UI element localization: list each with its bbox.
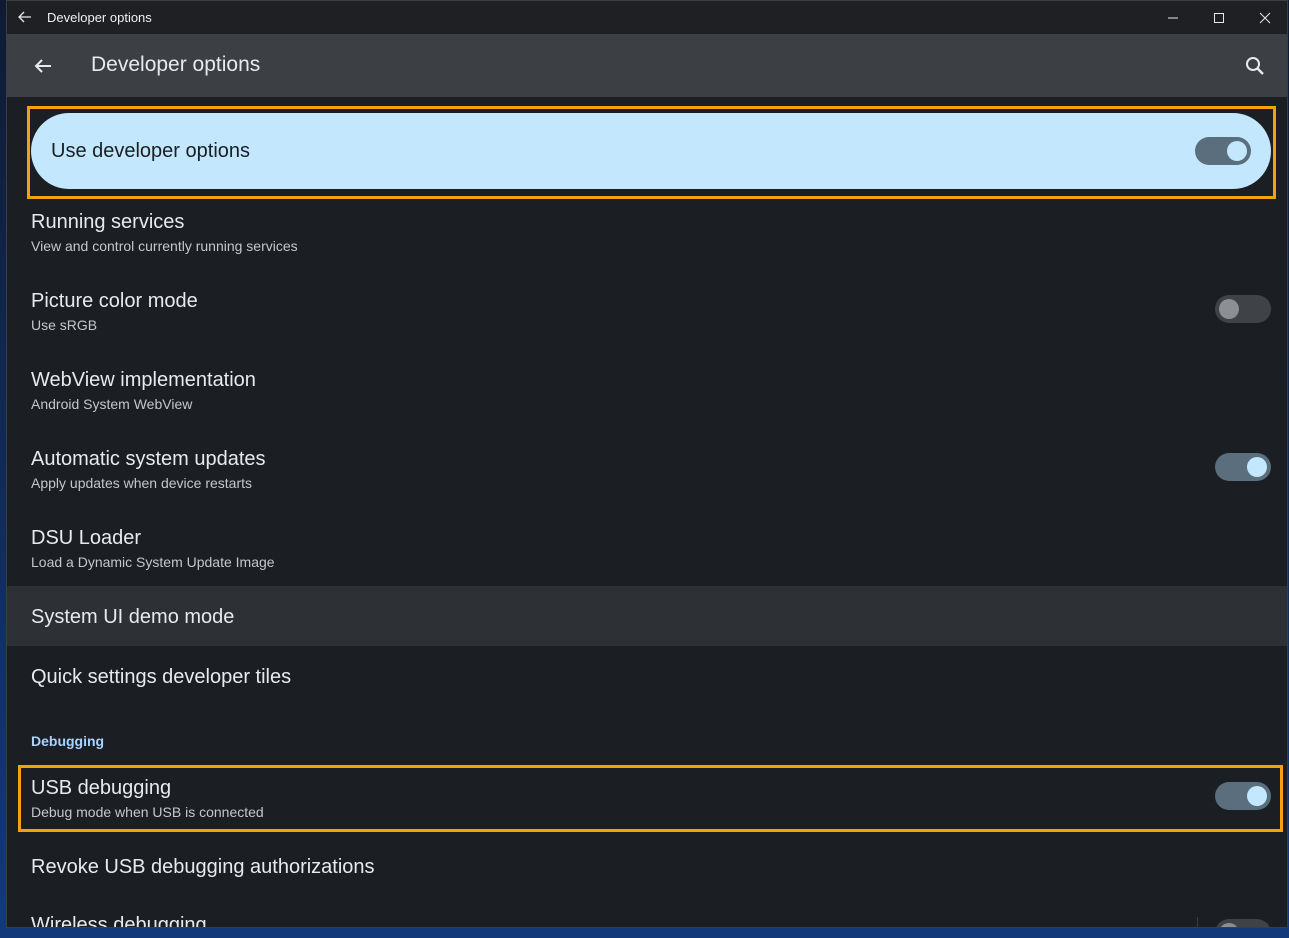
automatic-system-updates-switch[interactable] <box>1215 453 1271 481</box>
automatic-system-updates-subtitle: Apply updates when device restarts <box>31 475 253 491</box>
switch-thumb <box>1219 923 1239 927</box>
system-ui-demo-mode-title: System UI demo mode <box>31 606 235 628</box>
system-ui-demo-mode-row[interactable]: System UI demo mode <box>7 586 1287 646</box>
row-divider <box>1197 917 1198 927</box>
page-title: Developer options <box>91 53 261 76</box>
debugging-section-header: Debugging <box>31 733 105 749</box>
settings-list: Use developer options Running services V… <box>7 97 1287 928</box>
window-titlebar: Developer options <box>7 1 1287 34</box>
switch-thumb <box>1247 457 1267 477</box>
dsu-loader-title: DSU Loader <box>31 527 142 549</box>
automatic-system-updates-title: Automatic system updates <box>31 448 266 470</box>
app-window: Developer options Developer options Use … <box>6 0 1288 928</box>
close-button[interactable] <box>1242 1 1287 34</box>
arrow-back-icon <box>34 59 51 73</box>
highlight-box <box>27 106 1276 199</box>
close-icon <box>1259 12 1271 23</box>
minimize-icon <box>1168 17 1178 18</box>
maximize-button[interactable] <box>1196 1 1242 34</box>
maximize-icon <box>1214 12 1224 23</box>
window-title: Developer options <box>47 10 152 25</box>
search-button[interactable] <box>1243 54 1267 78</box>
highlight-box <box>18 765 1283 832</box>
revoke-usb-authorizations-title: Revoke USB debugging authorizations <box>31 856 375 878</box>
arrow-back-icon <box>18 11 31 23</box>
back-button[interactable] <box>31 54 55 78</box>
picture-color-mode-switch[interactable] <box>1215 295 1271 323</box>
picture-color-mode-subtitle: Use sRGB <box>31 317 98 333</box>
quick-settings-tiles-title: Quick settings developer tiles <box>31 666 292 688</box>
running-services-title: Running services <box>31 211 185 233</box>
dsu-loader-subtitle: Load a Dynamic System Update Image <box>31 554 275 570</box>
wireless-debugging-title: Wireless debugging <box>31 914 207 928</box>
search-icon <box>1246 57 1264 75</box>
webview-implementation-subtitle: Android System WebView <box>31 396 193 412</box>
wireless-debugging-switch[interactable] <box>1215 919 1271 927</box>
webview-implementation-title: WebView implementation <box>31 369 256 391</box>
minimize-button[interactable] <box>1150 1 1196 34</box>
switch-thumb <box>1219 299 1239 319</box>
picture-color-mode-title: Picture color mode <box>31 290 198 312</box>
titlebar-back-button[interactable] <box>15 7 35 27</box>
app-bar: Developer options <box>7 34 1287 97</box>
running-services-subtitle: View and control currently running servi… <box>31 238 298 254</box>
